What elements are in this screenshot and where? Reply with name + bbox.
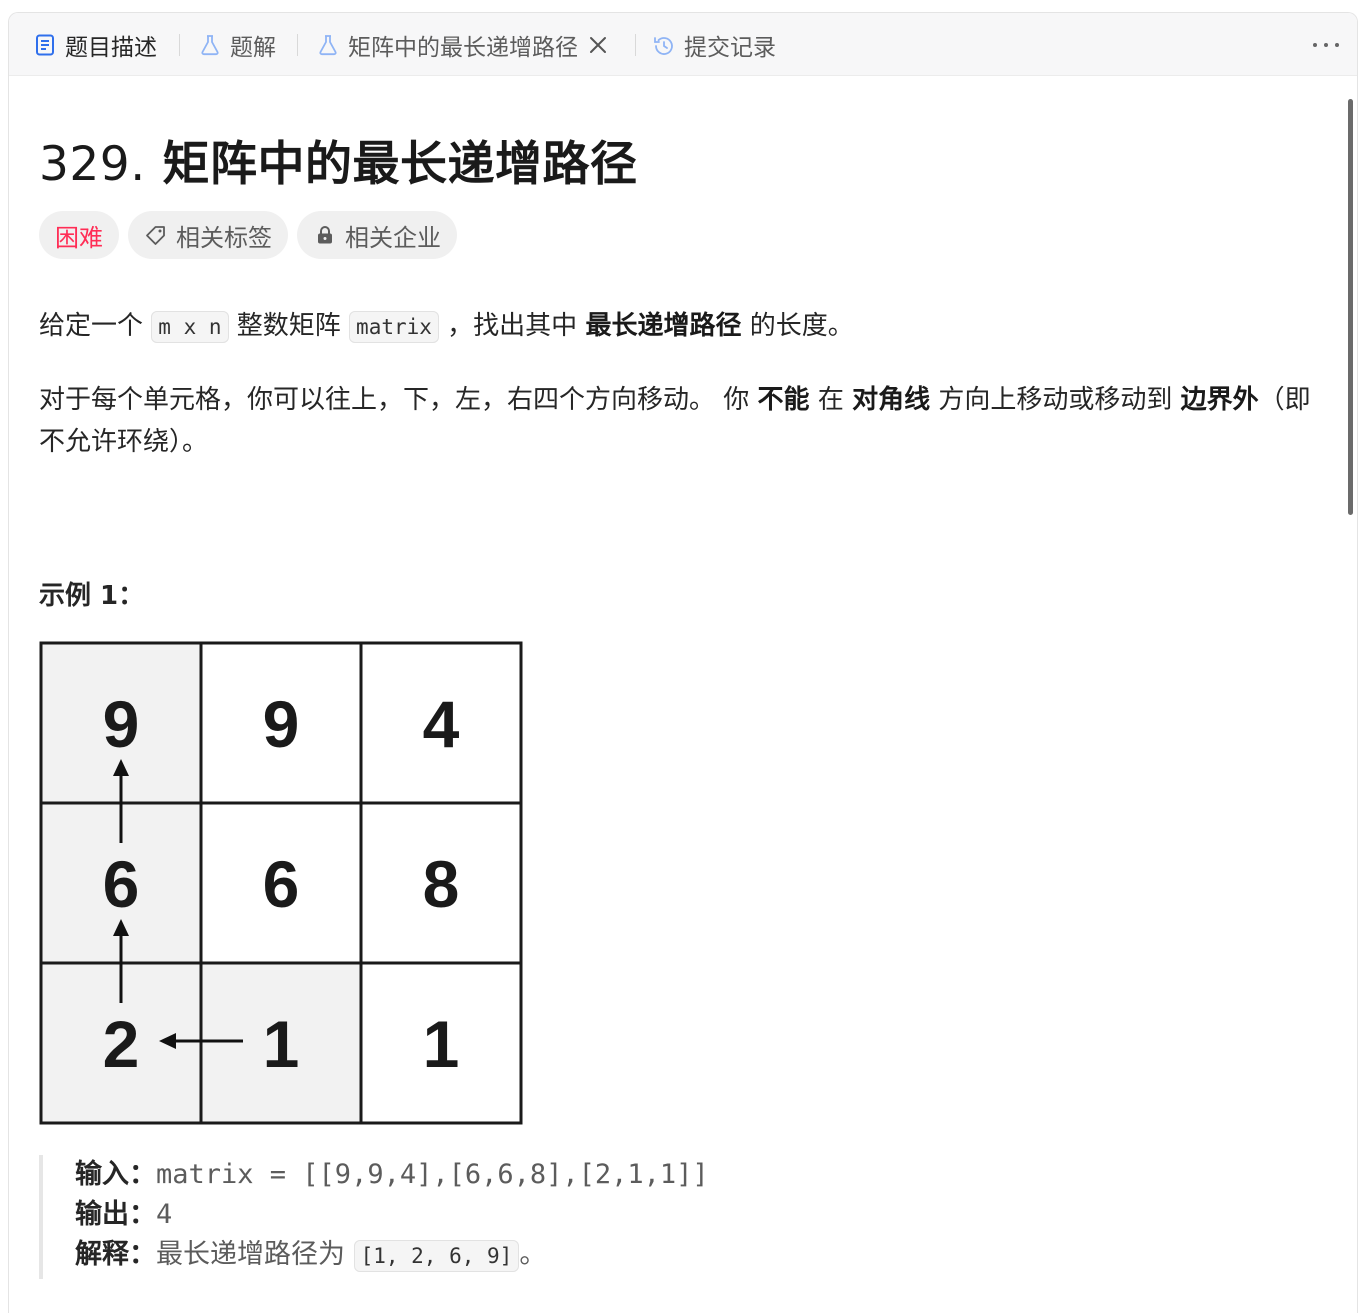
tab-divider	[179, 34, 180, 56]
matrix-cell-value: 8	[423, 847, 460, 921]
example-title: 示例 1：	[39, 581, 145, 611]
example-output-line: 输出：4	[75, 1195, 875, 1235]
scrollbar[interactable]	[1348, 99, 1353, 515]
matrix-cell-value: 9	[103, 687, 140, 761]
tab-bar: 题目描述 题解 矩阵中的最长递增路径 提交记录	[9, 13, 1357, 76]
matrix-cell-value: 6	[263, 847, 300, 921]
matrix-cell-value: 1	[263, 1007, 300, 1081]
example-input-line: 输入：matrix = [[9,9,4],[6,6,8],[2,1,1]]	[75, 1155, 875, 1195]
explanation-label: 解释：	[75, 1239, 156, 1270]
tab-solution-detail[interactable]: 矩阵中的最长递增路径	[316, 29, 608, 61]
explanation-text: 最长递增路径为	[156, 1239, 345, 1270]
inline-code: [1, 2, 6, 9]	[353, 1240, 520, 1272]
more-options-button[interactable]	[1313, 35, 1339, 55]
tab-solutions[interactable]: 题解	[198, 29, 276, 61]
tab-label: 提交记录	[684, 35, 776, 61]
related-companies-label: 相关企业	[345, 223, 441, 252]
document-icon	[33, 33, 57, 57]
input-label: 输入：	[75, 1159, 156, 1190]
difficulty-label: 困难	[55, 223, 103, 252]
close-icon[interactable]	[588, 35, 608, 55]
text: 在	[817, 385, 844, 415]
text: 给定一个	[39, 311, 144, 341]
related-tags-button[interactable]: 相关标签	[128, 211, 288, 259]
bold-text: 对角线	[852, 385, 931, 415]
text: 对于每个单元格，你可以往上，下，左，右四个方向移动。 你	[39, 385, 750, 415]
flask-icon	[316, 33, 340, 57]
tab-label: 题解	[230, 35, 276, 61]
tab-label: 题目描述	[65, 35, 157, 61]
more-dot-icon	[1313, 43, 1317, 47]
matrix-cell-value: 9	[263, 687, 300, 761]
tab-submissions[interactable]: 提交记录	[652, 29, 776, 61]
more-dot-icon	[1324, 43, 1328, 47]
history-icon	[652, 33, 676, 57]
text: 。	[519, 1239, 547, 1270]
related-tags-label: 相关标签	[176, 223, 272, 252]
tab-description[interactable]: 题目描述	[33, 29, 157, 61]
problem-chips: 困难 相关标签 相关企业	[39, 211, 466, 259]
tab-divider	[297, 34, 298, 56]
example-matrix-image: 9 9 4 6 6 8 2 1 1	[39, 641, 523, 1125]
bold-text: 边界外	[1180, 385, 1259, 415]
example-io-block: 输入：matrix = [[9,9,4],[6,6,8],[2,1,1]] 输出…	[39, 1155, 875, 1279]
matrix-cell-value: 2	[103, 1007, 140, 1081]
tag-icon	[144, 223, 168, 247]
problem-panel: 题目描述 题解 矩阵中的最长递增路径 提交记录 329. 矩阵中的最长递增路径 …	[8, 12, 1358, 1313]
problem-number: 329.	[39, 137, 146, 192]
description-paragraph-2: 对于每个单元格，你可以往上，下，左，右四个方向移动。 你 不能 在 对角线 方向…	[39, 379, 1329, 463]
page-title: 329. 矩阵中的最长递增路径	[39, 125, 638, 194]
problem-title: 矩阵中的最长递增路径	[162, 137, 638, 192]
text: ，找出其中	[447, 311, 578, 341]
matrix-cell-value: 4	[423, 687, 460, 761]
more-dot-icon	[1335, 43, 1339, 47]
output-value: 4	[156, 1199, 173, 1230]
matrix-cell-value: 1	[423, 1007, 460, 1081]
lock-icon	[313, 223, 337, 247]
flask-icon	[198, 33, 222, 57]
inline-code: matrix	[349, 311, 439, 343]
input-value: matrix = [[9,9,4],[6,6,8],[2,1,1]]	[156, 1159, 709, 1190]
tab-divider	[635, 34, 636, 56]
difficulty-badge: 困难	[39, 211, 119, 259]
matrix-cell-value: 6	[103, 847, 140, 921]
bold-text: 不能	[757, 385, 810, 415]
output-label: 输出：	[75, 1199, 156, 1230]
text: 整数矩阵	[236, 311, 341, 341]
related-companies-button[interactable]: 相关企业	[297, 211, 457, 259]
bold-text: 最长递增路径	[585, 311, 742, 341]
text: 方向上移动或移动到	[938, 385, 1173, 415]
description-paragraph-1: 给定一个 m x n 整数矩阵 matrix ，找出其中 最长递增路径 的长度。	[39, 305, 1329, 348]
tab-label: 矩阵中的最长递增路径	[348, 35, 578, 61]
inline-code: m x n	[151, 311, 229, 343]
example-explanation-line: 解释：最长递增路径为 [1, 2, 6, 9]。	[75, 1235, 875, 1276]
text: 的长度。	[749, 311, 854, 341]
